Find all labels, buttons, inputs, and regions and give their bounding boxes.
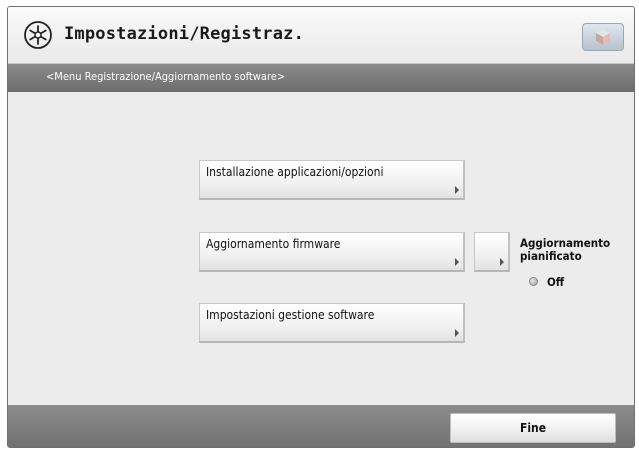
menu-subheader-text: <Menu Registrazione/Aggiornamento softwa… [46, 70, 286, 83]
title-bar: Impostazioni/Registraz. [8, 7, 634, 64]
scheduled-update-label: Aggiornamento pianificato [520, 236, 611, 263]
software-management-settings-label: Impostazioni gestione software [206, 308, 375, 322]
install-apps-options-button[interactable]: Installazione applicazioni/opzioni [199, 160, 465, 200]
firmware-update-button[interactable]: Aggiornamento firmware [199, 232, 465, 272]
arrow-right-icon [455, 329, 459, 337]
footer-bar: Fine [8, 405, 634, 447]
arrow-right-icon [455, 258, 459, 266]
scheduled-update-button[interactable] [474, 232, 510, 272]
scheduled-update-status: Off [547, 275, 565, 289]
software-management-settings-button[interactable]: Impostazioni gestione software [199, 303, 465, 343]
corner-button[interactable] [582, 23, 624, 51]
page-title: Impostazioni/Registraz. [64, 24, 305, 44]
firmware-update-label: Aggiornamento firmware [206, 237, 341, 251]
settings-window: Impostazioni/Registraz. <Menu Registrazi… [7, 6, 635, 448]
menu-subheader: <Menu Registrazione/Aggiornamento softwa… [8, 64, 634, 92]
status-indicator-icon [529, 277, 538, 286]
install-apps-options-label: Installazione applicazioni/opzioni [206, 165, 384, 179]
arrow-right-icon [500, 258, 504, 266]
done-button-label: Fine [519, 421, 547, 435]
cube-icon [596, 29, 610, 45]
settings-registration-icon [22, 19, 54, 51]
arrow-right-icon [455, 186, 459, 194]
done-button[interactable]: Fine [450, 413, 616, 443]
